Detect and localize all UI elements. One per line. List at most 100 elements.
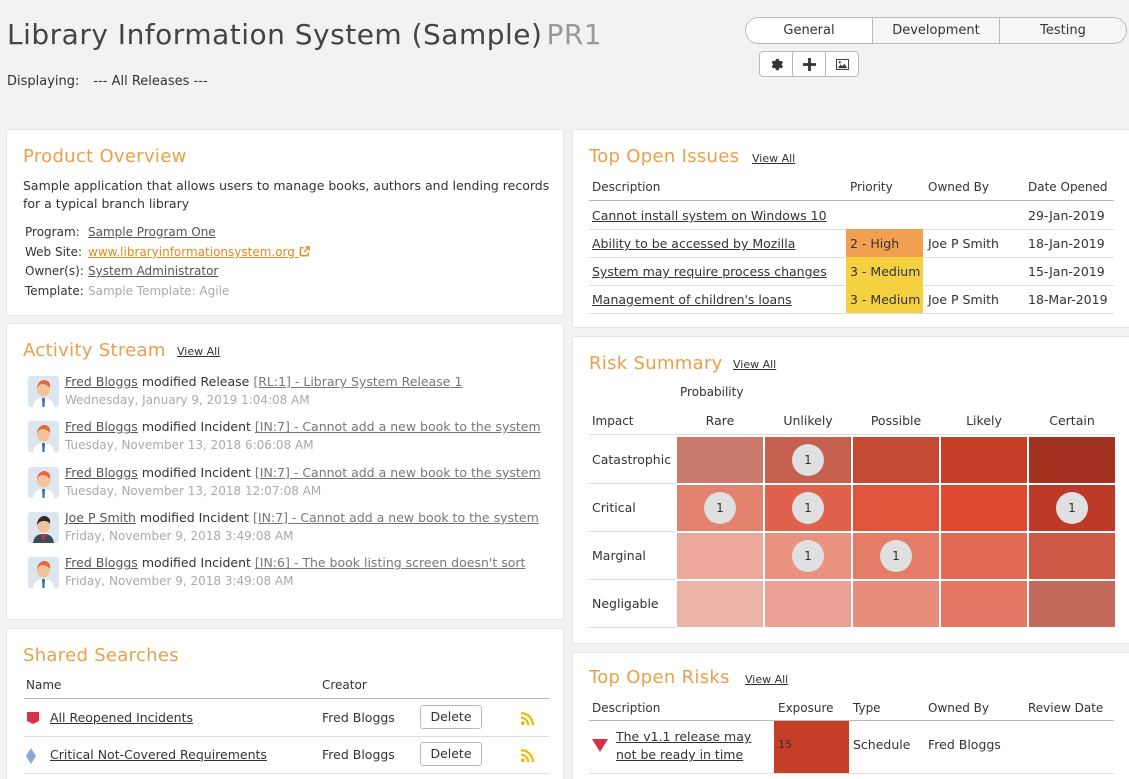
rss-icon[interactable]: [520, 748, 535, 767]
rss-icon[interactable]: [520, 711, 535, 730]
risk-cell[interactable]: [1029, 437, 1115, 483]
risk-cell[interactable]: 1: [677, 485, 763, 531]
risk-cell[interactable]: [677, 533, 763, 579]
activity-user-link[interactable]: Fred Bloggs: [65, 374, 138, 389]
risk-count-badge[interactable]: 1: [880, 540, 912, 572]
website-label: Web Site:: [25, 245, 83, 259]
activity-item: Fred Bloggs modified Incident [IN:7] - C…: [28, 465, 548, 503]
activity-user-link[interactable]: Fred Bloggs: [65, 419, 138, 434]
risk-cell[interactable]: [677, 437, 763, 483]
settings-button[interactable]: [760, 52, 792, 76]
product-overview-title: Product Overview: [23, 146, 187, 167]
row-divider: [589, 531, 676, 532]
risk-cell[interactable]: [853, 437, 939, 483]
risk-cell[interactable]: [765, 581, 851, 627]
activity-artifact-link[interactable]: [IN:7] - Cannot add a new book to the sy…: [253, 510, 539, 525]
tab-testing[interactable]: Testing: [999, 18, 1126, 43]
website-url[interactable]: www.libraryinformationsystem.org: [88, 245, 295, 259]
risk-cell[interactable]: [677, 581, 763, 627]
risk-cell[interactable]: [941, 581, 1027, 627]
risk-cell[interactable]: [1029, 533, 1115, 579]
project-id: PR1: [546, 18, 603, 51]
website-row: Web Site: www.libraryinformationsystem.or…: [25, 245, 310, 259]
issue-description-link[interactable]: Ability to be accessed by Mozilla: [592, 236, 795, 251]
risks-view-all-link[interactable]: View All: [745, 673, 788, 686]
issue-priority: 3 - Medium: [850, 264, 921, 279]
risk-cell[interactable]: [853, 581, 939, 627]
activity-item: Joe P Smith modified Incident [IN:7] - C…: [28, 510, 548, 548]
probability-header: Likely: [966, 413, 1002, 428]
issue-description-link[interactable]: Cannot install system on Windows 10: [592, 208, 827, 223]
delete-search-button[interactable]: Delete: [420, 742, 482, 766]
avatar: [28, 466, 59, 498]
impact-label: Negligable: [592, 596, 659, 611]
activity-artifact-link[interactable]: [IN:7] - Cannot add a new book to the sy…: [255, 465, 541, 480]
activity-artifact-link[interactable]: [IN:6] - The book listing screen doesn't…: [255, 555, 525, 570]
risk-count-badge[interactable]: 1: [1056, 492, 1088, 524]
risk-cell[interactable]: [941, 437, 1027, 483]
incident-flag-icon: [26, 711, 40, 729]
risk-cell[interactable]: 1: [853, 533, 939, 579]
plus-icon: [802, 57, 816, 71]
activity-action: modified Incident: [141, 555, 251, 571]
risk-cell[interactable]: 1: [765, 533, 851, 579]
risk-cell[interactable]: 1: [1029, 485, 1115, 531]
risk-count-badge[interactable]: 1: [792, 444, 824, 476]
risk-cell[interactable]: [941, 485, 1027, 531]
search-name-link[interactable]: Critical Not-Covered Requirements: [50, 747, 267, 762]
user-avatar-icon: [28, 557, 59, 589]
issue-date-opened: 29-Jan-2019: [1028, 208, 1105, 223]
activity-view-all-link[interactable]: View All: [177, 345, 220, 358]
issues-view-all-link[interactable]: View All: [752, 152, 795, 165]
release-filter[interactable]: Displaying: --- All Releases ---: [7, 74, 208, 89]
risk-cell[interactable]: [941, 533, 1027, 579]
add-widget-button[interactable]: [792, 52, 825, 76]
risk-count-badge[interactable]: 1: [792, 540, 824, 572]
risk-cell[interactable]: [853, 485, 939, 531]
activity-artifact-link[interactable]: [RL:1] - Library System Release 1: [253, 374, 462, 389]
activity-stream-panel: Activity Stream View All Fred Bloggs mod…: [6, 323, 564, 620]
probability-header: Unlikely: [783, 413, 833, 428]
risk-count-badge[interactable]: 1: [792, 492, 824, 524]
column-header-owned-by: Owned By: [928, 180, 990, 194]
activity-text: Fred Bloggs modified Incident [IN:6] - T…: [65, 555, 525, 570]
risk-count-badge[interactable]: 1: [704, 492, 736, 524]
website-link[interactable]: www.libraryinformationsystem.org: [88, 245, 310, 259]
issue-description-link[interactable]: Management of children's loans: [592, 292, 792, 307]
risk-cell[interactable]: 1: [765, 485, 851, 531]
delete-search-button[interactable]: Delete: [420, 705, 482, 729]
issue-date-opened: 15-Jan-2019: [1028, 264, 1105, 279]
risk-owner: Fred Bloggs: [928, 737, 1001, 752]
risk-description-link[interactable]: The v1.1 release may not be ready in tim…: [616, 728, 766, 764]
column-header-description: Description: [592, 701, 661, 715]
issue-description-link[interactable]: System may require process changes: [592, 264, 827, 279]
risk-view-all-link[interactable]: View All: [733, 358, 776, 371]
image-button[interactable]: [825, 52, 858, 76]
activity-user-link[interactable]: Fred Bloggs: [65, 465, 138, 480]
image-icon: [835, 58, 849, 70]
displaying-label: Displaying:: [7, 74, 80, 89]
activity-user-link[interactable]: Fred Bloggs: [65, 555, 138, 570]
user-avatar-icon: [28, 421, 59, 453]
external-link-icon: [299, 246, 310, 257]
issue-owner: Joe P Smith: [928, 236, 999, 251]
activity-timestamp: Friday, November 9, 2018 3:49:08 AM: [65, 528, 294, 543]
risk-cell[interactable]: [1029, 581, 1115, 627]
search-name-link[interactable]: All Reopened Incidents: [50, 710, 193, 725]
displaying-value[interactable]: --- All Releases ---: [93, 74, 207, 89]
user-avatar-icon: [28, 376, 59, 407]
risk-cell[interactable]: 1: [765, 437, 851, 483]
owners-link[interactable]: System Administrator: [88, 264, 218, 278]
probability-label: Probability: [680, 385, 744, 399]
risk-summary-title: Risk Summary: [589, 353, 723, 374]
shared-searches-panel: Shared Searches Name Creator All Reopene…: [6, 628, 564, 779]
program-row: Program: Sample Program One: [25, 225, 216, 239]
tab-development[interactable]: Development: [872, 18, 999, 43]
avatar: [28, 421, 59, 453]
program-link[interactable]: Sample Program One: [88, 225, 216, 239]
row-divider: [24, 736, 549, 737]
activity-artifact-link[interactable]: [IN:7] - Cannot add a new book to the sy…: [255, 419, 541, 434]
tab-general[interactable]: General: [746, 18, 872, 43]
activity-user-link[interactable]: Joe P Smith: [65, 510, 136, 525]
page-title: Library Information System (Sample) PR1: [7, 18, 602, 51]
